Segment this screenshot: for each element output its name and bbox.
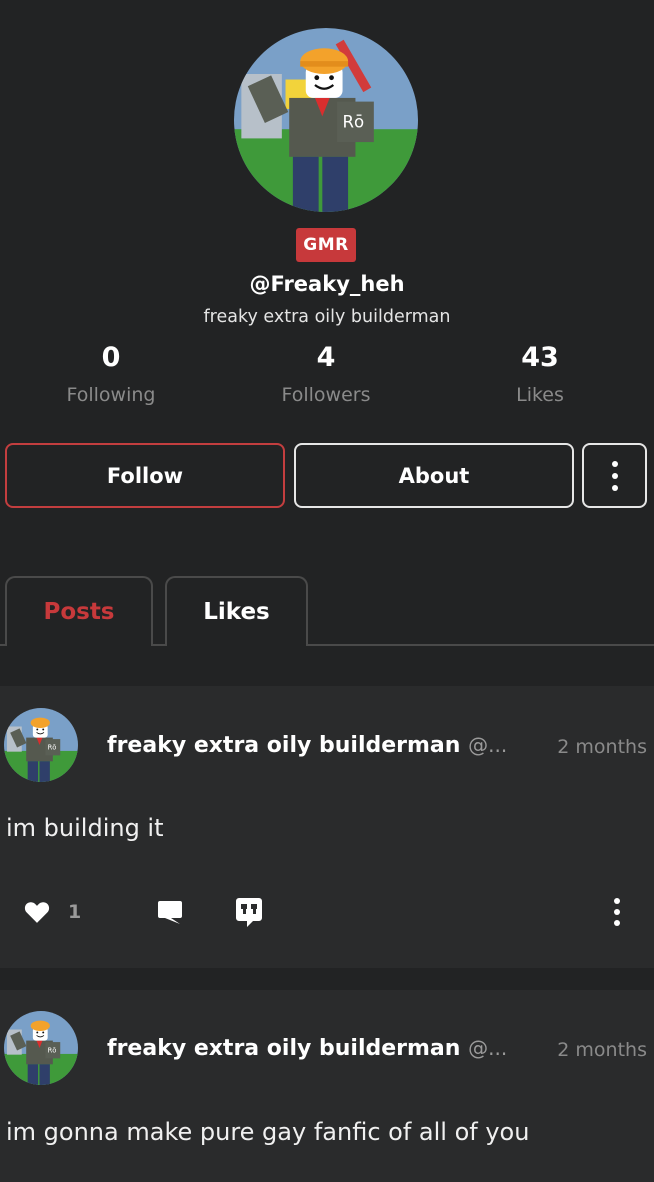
stat-followers-value: 4 (316, 342, 336, 373)
profile-bio: freaky extra oily builderman (203, 307, 451, 327)
stat-likes[interactable]: 43 Likes (450, 340, 630, 406)
svg-text:Rō: Rō (48, 1046, 57, 1054)
vertical-dots-icon (611, 460, 618, 491)
stat-likes-label: Likes (516, 384, 564, 406)
like-button[interactable]: 1 (24, 900, 81, 924)
like-count: 1 (68, 901, 82, 923)
heart-icon (24, 902, 50, 923)
profile-more-button[interactable] (582, 443, 647, 508)
post-timestamp: 2 months (557, 1039, 647, 1061)
profile-badge: GMR (296, 228, 356, 262)
stat-followers-label: Followers (281, 384, 371, 406)
post-options-button[interactable] (614, 898, 620, 926)
stat-likes-value: 43 (521, 342, 559, 373)
comment-button[interactable] (156, 898, 184, 926)
svg-text:Rō: Rō (48, 743, 57, 751)
about-button[interactable]: About (294, 443, 574, 508)
quote-icon (236, 898, 262, 927)
svg-text:Rō: Rō (343, 112, 365, 131)
post-card[interactable]: Rō freaky extra oily builderman @... 2 m… (0, 990, 654, 1182)
post-timestamp: 2 months (557, 736, 647, 758)
post-author-avatar[interactable]: Rō (4, 708, 78, 782)
post-author-name: freaky extra oily builderman (107, 1036, 461, 1061)
post-author-handle: @... (468, 733, 508, 757)
stat-following-value: 0 (101, 342, 121, 373)
post-author[interactable]: freaky extra oily builderman @... (107, 1036, 507, 1061)
profile-avatar-image: Rō (234, 28, 418, 212)
post-author-handle: @... (468, 1036, 508, 1060)
profile-handle: @Freaky_heh (249, 272, 405, 296)
post-author[interactable]: freaky extra oily builderman @... (107, 733, 507, 758)
tab-likes[interactable]: Likes (165, 576, 308, 646)
post-body: im gonna make pure gay fanfic of all of … (6, 1118, 530, 1146)
profile-avatar[interactable]: Rō (234, 28, 418, 212)
stat-following[interactable]: 0 Following (21, 340, 201, 406)
quote-button[interactable] (235, 896, 263, 928)
stat-following-label: Following (66, 384, 156, 406)
post-author-name: freaky extra oily builderman (107, 733, 461, 758)
post-author-avatar[interactable]: Rō (4, 1011, 78, 1085)
post-body: im building it (6, 814, 164, 842)
post-card[interactable]: Rō freaky extra oily builderman @... 2 m… (0, 686, 654, 968)
comment-icon (158, 901, 182, 924)
vertical-dots-icon (614, 898, 620, 904)
follow-button[interactable]: Follow (5, 443, 285, 508)
tab-posts[interactable]: Posts (5, 576, 153, 646)
stat-followers[interactable]: 4 Followers (236, 340, 416, 406)
